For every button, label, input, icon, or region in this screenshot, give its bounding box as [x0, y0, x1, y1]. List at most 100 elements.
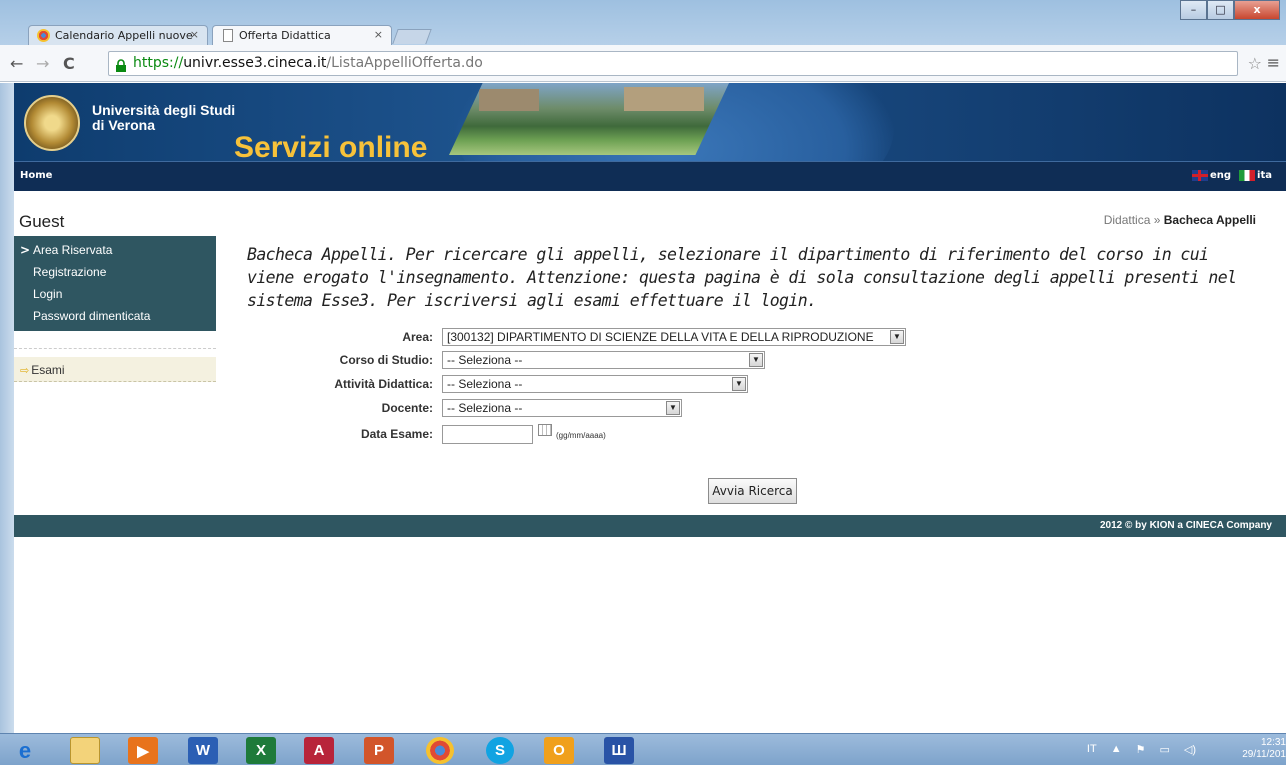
- browser-toolbar: ← → C https://univr.esse3.cineca.it/List…: [0, 45, 1286, 82]
- lock-icon: [115, 57, 127, 72]
- powerpoint-icon[interactable]: P: [364, 737, 394, 764]
- back-icon[interactable]: ←: [10, 54, 23, 73]
- new-tab-button[interactable]: [392, 29, 432, 44]
- sidebar-item-area-riservata[interactable]: Area Riservata: [33, 243, 112, 257]
- tab-title: Calendario Appelli nuove: [55, 29, 193, 42]
- corso-select[interactable]: -- Seleziona -- ▼: [442, 351, 765, 369]
- chevron-down-icon[interactable]: ▼: [666, 401, 680, 415]
- university-name-line2: di Verona: [92, 117, 156, 133]
- sidebar-item-login[interactable]: Login: [33, 287, 62, 301]
- file-explorer-icon[interactable]: [70, 737, 100, 764]
- url-domain: univr.esse3.cineca.it: [183, 55, 327, 71]
- internet-explorer-icon[interactable]: e: [10, 737, 40, 764]
- docente-label: Docente:: [381, 401, 433, 415]
- date-format-hint: (gg/mm/aaaa): [556, 431, 606, 440]
- footer-copyright: 2012 © by KION a CINECA Company: [1099, 520, 1272, 531]
- servizi-online-title: Servizi online: [234, 131, 428, 161]
- data-row: Data Esame:: [300, 426, 433, 444]
- docente-row: Docente:: [300, 400, 433, 418]
- arrow-right-icon: ⇨: [20, 365, 30, 377]
- close-window-button[interactable]: x: [1234, 0, 1280, 20]
- network-icon[interactable]: ▭: [1159, 743, 1169, 756]
- language-switcher: eng ita: [1191, 170, 1272, 181]
- breadcrumb-separator: »: [1150, 213, 1164, 227]
- avvia-ricerca-button[interactable]: Avvia Ricerca: [708, 478, 797, 504]
- page-footer: 2012 © by KION a CINECA Company: [14, 515, 1286, 537]
- attivita-select[interactable]: -- Seleziona -- ▼: [442, 375, 748, 393]
- chevron-down-icon[interactable]: ▼: [732, 377, 746, 391]
- nav-home-link[interactable]: Home: [20, 170, 52, 181]
- area-select[interactable]: [300132] DIPARTIMENTO DI SCIENZE DELLA V…: [442, 328, 906, 346]
- breadcrumb-didattica[interactable]: Didattica: [1104, 213, 1151, 227]
- sidebar-item-label: Esami: [31, 363, 65, 377]
- area-label: Area:: [402, 330, 433, 344]
- lang-eng-link[interactable]: eng: [1210, 170, 1231, 181]
- browser-chrome: Calendario Appelli nuove × Offerta Didat…: [0, 0, 1286, 82]
- tab-close-icon[interactable]: ×: [190, 28, 199, 41]
- breadcrumb-current: Bacheca Appelli: [1163, 213, 1256, 227]
- outlook-icon[interactable]: O: [544, 737, 574, 764]
- user-guest-label: Guest: [19, 212, 65, 231]
- word-icon[interactable]: W: [188, 737, 218, 764]
- forward-icon[interactable]: →: [36, 54, 49, 73]
- area-select-value: [300132] DIPARTIMENTO DI SCIENZE DELLA V…: [447, 330, 874, 344]
- tab-calendario[interactable]: Calendario Appelli nuove ×: [28, 25, 208, 45]
- input-language-indicator[interactable]: IT: [1087, 743, 1097, 756]
- access-icon[interactable]: A: [304, 737, 334, 764]
- system-tray: IT ▲ ⚑ ▭ ◁): [1087, 743, 1196, 756]
- clock-time: 12:31: [1260, 737, 1286, 748]
- skype-icon[interactable]: S: [486, 737, 514, 764]
- menu-icon[interactable]: ≡: [1267, 53, 1280, 72]
- chrome-icon[interactable]: [426, 737, 454, 764]
- action-center-flag-icon[interactable]: ⚑: [1136, 743, 1146, 756]
- media-player-icon[interactable]: ▶: [128, 737, 158, 764]
- system-clock[interactable]: 12:31 29/11/201: [1242, 737, 1286, 761]
- university-name-line1: Università degli Studi: [92, 102, 236, 118]
- sidebar-divider: [14, 348, 216, 349]
- docente-select-value: -- Seleziona --: [447, 401, 523, 415]
- corso-row: Corso di Studio:: [300, 352, 433, 370]
- area-row: Area:: [300, 329, 433, 347]
- maximize-button[interactable]: □: [1207, 0, 1234, 20]
- excel-icon[interactable]: X: [246, 737, 276, 764]
- corso-select-value: -- Seleziona --: [447, 353, 523, 367]
- url-path: /ListaAppelliOfferta.do: [326, 55, 483, 71]
- tray-expand-icon[interactable]: ▲: [1111, 743, 1122, 756]
- minimize-button[interactable]: –: [1180, 0, 1207, 20]
- site-header: Università degli Studi di Verona Servizi…: [14, 83, 1286, 161]
- campus-photo: [449, 83, 729, 155]
- chevron-down-icon[interactable]: ▼: [890, 330, 904, 344]
- reload-icon[interactable]: C: [63, 54, 75, 73]
- page-intro-text: Bacheca Appelli. Per ricercare gli appel…: [247, 245, 1237, 310]
- sidebar-item-password-dimenticata[interactable]: Password dimenticata: [33, 309, 150, 323]
- chrome-favicon-icon: [37, 29, 50, 42]
- tab-title: Offerta Didattica: [239, 29, 331, 42]
- page-icon: [223, 29, 233, 42]
- bookmark-star-icon[interactable]: ☆: [1248, 54, 1262, 73]
- sidebar-item-esami[interactable]: ⇨ Esami: [14, 357, 216, 382]
- window-controls: – □ x: [1180, 0, 1280, 20]
- lang-ita-link[interactable]: ita: [1257, 170, 1272, 181]
- corso-label: Corso di Studio:: [339, 353, 433, 367]
- tab-offerta-didattica[interactable]: Offerta Didattica ×: [212, 25, 392, 46]
- window-left-border: [0, 83, 14, 733]
- sidebar-item-registrazione[interactable]: Registrazione: [33, 265, 106, 279]
- attivita-row: Attività Didattica:: [300, 376, 433, 394]
- url-scheme: https://: [133, 55, 184, 71]
- breadcrumb: Didattica » Bacheca Appelli: [1104, 213, 1256, 227]
- uk-flag-icon[interactable]: [1191, 170, 1208, 181]
- library-app-icon[interactable]: Ш: [604, 737, 634, 764]
- tab-close-icon[interactable]: ×: [374, 28, 383, 41]
- address-bar[interactable]: https://univr.esse3.cineca.it/ListaAppel…: [108, 51, 1238, 76]
- university-name[interactable]: Università degli Studi di Verona: [92, 103, 235, 133]
- docente-select[interactable]: -- Seleziona -- ▼: [442, 399, 682, 417]
- data-esame-input[interactable]: [442, 425, 533, 444]
- windows-taskbar: e ▶ W X A P S O Ш IT ▲ ⚑ ▭ ◁) 12:31 29/1…: [0, 733, 1286, 765]
- tab-strip: Calendario Appelli nuove × Offerta Didat…: [0, 0, 1286, 46]
- chevron-down-icon[interactable]: ▼: [749, 353, 763, 367]
- attivita-label: Attività Didattica:: [334, 377, 433, 391]
- italy-flag-icon[interactable]: [1239, 170, 1256, 181]
- volume-icon[interactable]: ◁): [1184, 743, 1196, 756]
- calendar-icon[interactable]: [538, 424, 552, 436]
- university-logo[interactable]: [24, 95, 80, 151]
